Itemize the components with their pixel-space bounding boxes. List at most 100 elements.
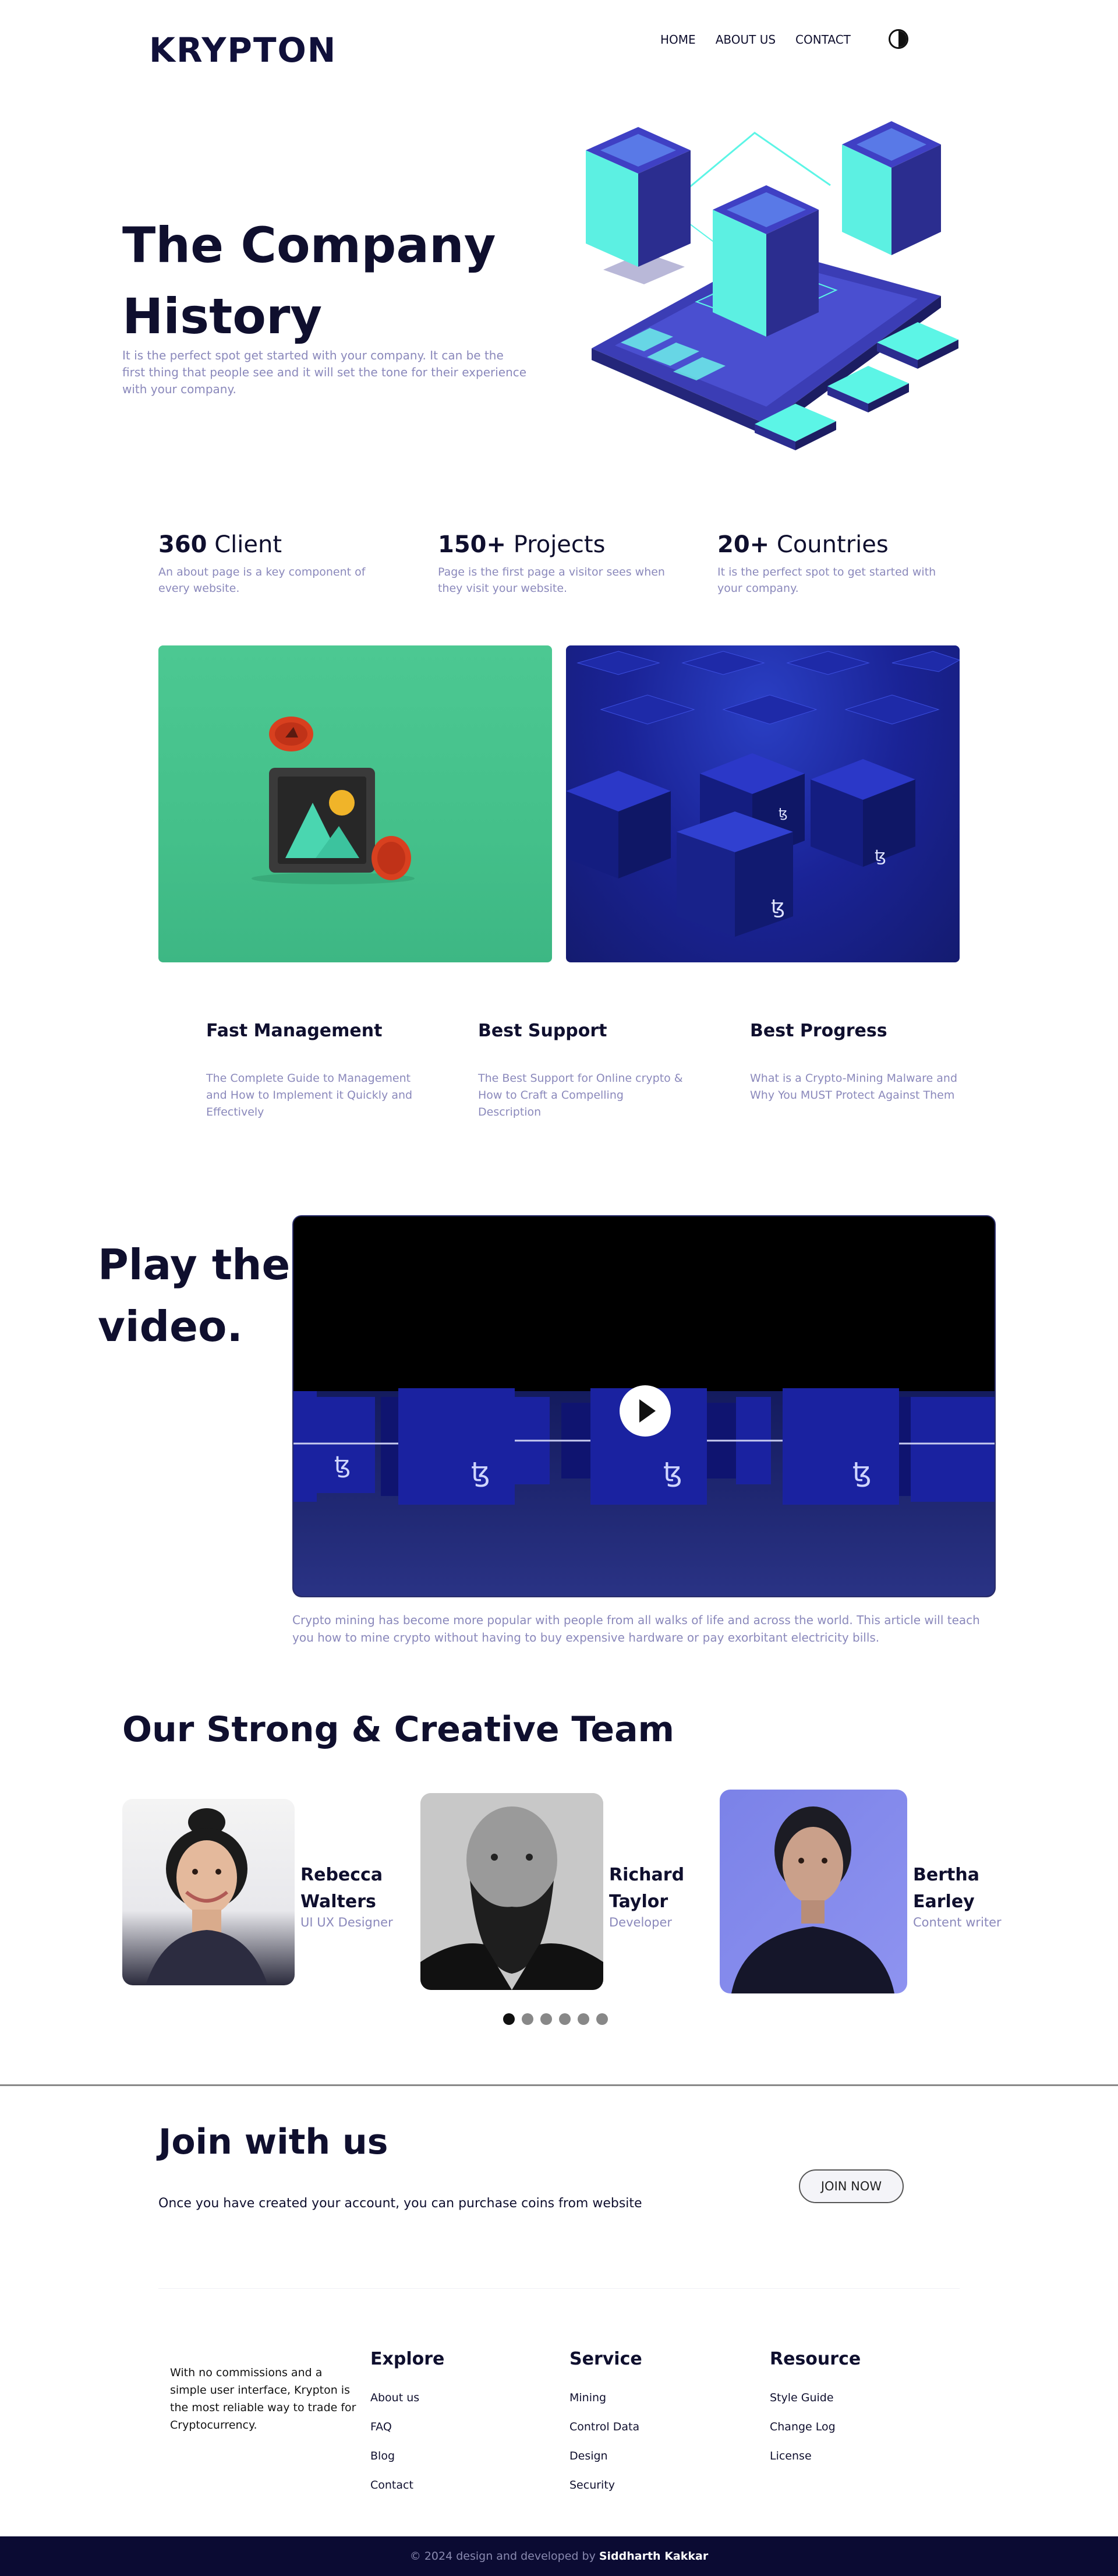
hero-title: The Company History bbox=[122, 210, 530, 352]
team-section-title: Our Strong & Creative Team bbox=[122, 1709, 675, 1750]
video-player[interactable]: ꜩ ꜩ ꜩ ꜩ bbox=[292, 1215, 996, 1597]
stat-clients: 360 Client An about page is a key compon… bbox=[158, 531, 391, 597]
footer-link-change-log[interactable]: Change Log bbox=[770, 2412, 861, 2441]
nft-image-card bbox=[158, 645, 552, 962]
stat-projects: 150+ Projects Page is the first page a v… bbox=[438, 531, 671, 597]
team-member-info: Bertha Earley Content writer bbox=[913, 1862, 1002, 1929]
member-last-name: Taylor bbox=[609, 1892, 668, 1912]
footer-link-mining[interactable]: Mining bbox=[569, 2383, 642, 2412]
carousel-pagination bbox=[503, 2013, 608, 2025]
footer-link-control-data[interactable]: Control Data bbox=[569, 2412, 642, 2441]
footer-link-design[interactable]: Design bbox=[569, 2441, 642, 2471]
isometric-server-icon bbox=[586, 121, 958, 450]
member-first-name: Bertha bbox=[913, 1865, 979, 1885]
nav-home[interactable]: HOME bbox=[660, 33, 696, 47]
carousel-dot[interactable] bbox=[578, 2013, 589, 2025]
contrast-icon[interactable] bbox=[889, 29, 908, 49]
stat-description: It is the perfect spot to get started wi… bbox=[717, 566, 936, 595]
portrait-woman-icon bbox=[731, 1806, 894, 1993]
stat-label: Client bbox=[214, 531, 282, 558]
footer-link-license[interactable]: License bbox=[770, 2441, 861, 2471]
hero-subtitle: It is the perfect spot get started with … bbox=[122, 348, 527, 396]
feature-description: The Best Support for Online crypto & How… bbox=[478, 1072, 683, 1118]
video-title-line2: video. bbox=[98, 1302, 243, 1351]
avatar bbox=[720, 1790, 907, 1993]
hero-title-line1: The Company bbox=[122, 217, 496, 274]
carousel-dot[interactable] bbox=[559, 2013, 571, 2025]
stat-number: 20+ bbox=[717, 531, 770, 558]
team-member-info: Richard Taylor Developer bbox=[609, 1862, 684, 1929]
footer-divider bbox=[158, 2288, 960, 2289]
footer-link-blog[interactable]: Blog bbox=[370, 2441, 444, 2471]
video-caption: Crypto mining has become more popular wi… bbox=[292, 1613, 980, 1645]
stat-label: Projects bbox=[513, 531, 606, 558]
footer-column-title: Service bbox=[569, 2349, 642, 2369]
feature-title: Best Support bbox=[478, 1021, 607, 1041]
carousel-dot[interactable] bbox=[596, 2013, 608, 2025]
stat-label: Countries bbox=[776, 531, 889, 558]
member-first-name: Richard bbox=[609, 1865, 685, 1885]
carousel-dot[interactable] bbox=[522, 2013, 533, 2025]
portrait-woman-icon bbox=[146, 1808, 268, 1985]
hero-title-line2: History bbox=[122, 288, 323, 345]
copyright-bar: © 2024 design and developed by Siddharth… bbox=[0, 2536, 1118, 2576]
feature-description: What is a Crypto-Mining Malware and Why … bbox=[750, 1072, 958, 1102]
tezos-glyph: ꜩ bbox=[663, 1456, 682, 1488]
join-subtitle: Once you have created your account, you … bbox=[158, 2196, 642, 2211]
footer-link-style-guide[interactable]: Style Guide bbox=[770, 2383, 861, 2412]
nav-contact[interactable]: CONTACT bbox=[795, 33, 851, 47]
join-title: Join with us bbox=[158, 2122, 388, 2162]
tezos-glyph: ꜩ bbox=[471, 1456, 490, 1488]
join-now-button[interactable]: JOIN NOW bbox=[799, 2169, 904, 2203]
team-member-card[interactable] bbox=[720, 1790, 907, 1993]
stat-description: Page is the first page a visitor sees wh… bbox=[438, 566, 665, 595]
footer-column-title: Resource bbox=[770, 2349, 861, 2369]
footer-link-security[interactable]: Security bbox=[569, 2471, 642, 2500]
site-logo[interactable]: KRYPTON bbox=[149, 30, 337, 70]
play-icon[interactable] bbox=[620, 1385, 671, 1437]
member-role: UI UX Designer bbox=[300, 1915, 393, 1929]
avatar bbox=[122, 1799, 295, 1985]
carousel-dot[interactable] bbox=[540, 2013, 552, 2025]
nav-about[interactable]: ABOUT US bbox=[716, 33, 776, 47]
feature-best-support: Best Support The Best Support for Online… bbox=[478, 1021, 711, 1121]
tezos-glyph: ꜩ bbox=[771, 895, 785, 919]
copyright-prefix: © 2024 design and developed by bbox=[409, 2550, 596, 2563]
member-role: Content writer bbox=[913, 1915, 1002, 1929]
feature-description: The Complete Guide to Management and How… bbox=[206, 1072, 413, 1118]
tezos-glyph: ꜩ bbox=[334, 1452, 351, 1478]
stat-countries: 20+ Countries It is the perfect spot to … bbox=[717, 531, 950, 597]
main-nav: HOME ABOUT US CONTACT bbox=[660, 33, 851, 47]
footer-column-title: Explore bbox=[370, 2349, 445, 2369]
nft-frame-icon bbox=[252, 717, 415, 884]
carousel-dot[interactable] bbox=[503, 2013, 515, 2025]
member-last-name: Earley bbox=[913, 1892, 975, 1912]
footer-link-faq[interactable]: FAQ bbox=[370, 2412, 444, 2441]
footer-column-service: Service Mining Control Data Design Secur… bbox=[569, 2349, 642, 2500]
stat-number: 150+ bbox=[438, 531, 507, 558]
author-link[interactable]: Siddharth Kakkar bbox=[599, 2550, 708, 2563]
copyright-text: © 2024 design and developed by Siddharth… bbox=[0, 2536, 1118, 2576]
member-first-name: Rebecca bbox=[300, 1865, 383, 1885]
feature-title: Best Progress bbox=[750, 1021, 887, 1041]
stat-description: An about page is a key component of ever… bbox=[158, 566, 366, 595]
video-title-line1: Play the bbox=[98, 1240, 291, 1289]
team-member-card[interactable] bbox=[122, 1799, 295, 1985]
tezos-cubes-icon: ꜩ ꜩ ꜩ bbox=[566, 651, 960, 937]
portrait-man-icon bbox=[420, 1793, 603, 1990]
footer-link-about[interactable]: About us bbox=[370, 2383, 444, 2412]
footer-column-explore: Explore About us FAQ Blog Contact bbox=[370, 2349, 444, 2500]
feature-fast-management: Fast Management The Complete Guide to Ma… bbox=[206, 1021, 439, 1121]
feature-best-progress: Best Progress What is a Crypto-Mining Ma… bbox=[750, 1021, 983, 1104]
team-member-info: Rebecca Walters UI UX Designer bbox=[300, 1862, 393, 1929]
tezos-glyph: ꜩ bbox=[852, 1456, 872, 1488]
member-last-name: Walters bbox=[300, 1892, 376, 1912]
footer-column-resource: Resource Style Guide Change Log License bbox=[770, 2349, 861, 2471]
crypto-cubes-image-card: ꜩ ꜩ ꜩ bbox=[566, 645, 960, 962]
feature-title: Fast Management bbox=[206, 1021, 383, 1041]
tezos-glyph: ꜩ bbox=[875, 846, 886, 865]
stat-number: 360 bbox=[158, 531, 207, 558]
team-member-card[interactable] bbox=[420, 1793, 603, 1990]
tezos-glyph: ꜩ bbox=[779, 806, 788, 821]
footer-link-contact[interactable]: Contact bbox=[370, 2471, 444, 2500]
